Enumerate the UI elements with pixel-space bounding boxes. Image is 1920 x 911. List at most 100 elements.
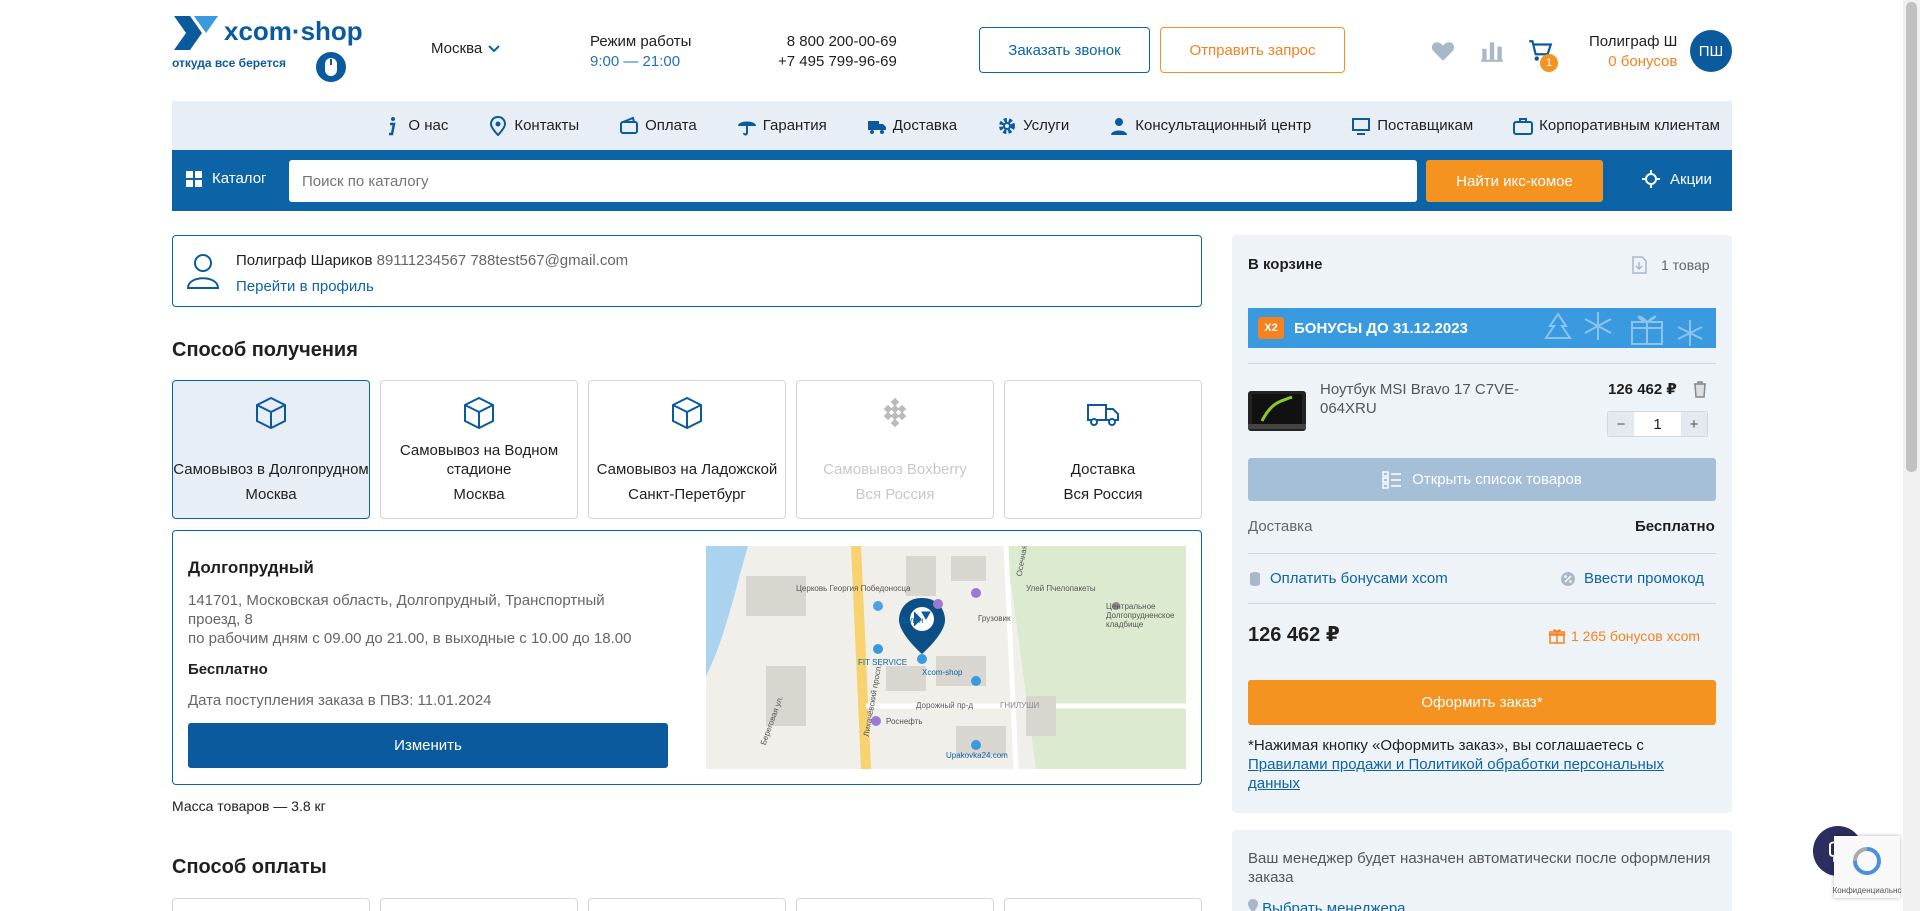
heart-icon[interactable]	[1430, 38, 1456, 64]
truck-icon	[1087, 404, 1119, 426]
cart-count-text: 1 товар	[1661, 257, 1710, 273]
payment-option[interactable]	[796, 898, 994, 911]
catalog-button[interactable]: Каталог	[186, 170, 267, 187]
scrollbar-thumb[interactable]	[1906, 2, 1917, 472]
logo-tagline: откуда все берется	[172, 56, 286, 70]
location-pin-icon	[490, 115, 507, 136]
promo-link[interactable]: Акции	[1642, 170, 1712, 188]
cart-title: В корзине	[1248, 256, 1323, 273]
user-bonus: 0 бонусов	[1608, 53, 1678, 70]
nav-label: Доставка	[892, 117, 958, 134]
catalog-label: Каталог	[212, 170, 267, 187]
user-phone: 89111234567	[376, 252, 467, 269]
change-button[interactable]: Изменить	[188, 723, 668, 768]
pickup-address-block: 141701, Московская область, Долгопрудный…	[188, 591, 658, 648]
trash-icon[interactable]	[1692, 380, 1708, 398]
option-sub: Вся Россия	[855, 486, 935, 503]
phone-2[interactable]: +7 495 799-96-69	[778, 52, 897, 72]
open-list-button[interactable]: Открыть список товаров	[1248, 458, 1716, 501]
pickup-schedule: по рабочим дням с 09.00 до 21.00, в выхо…	[188, 630, 632, 647]
briefcase-icon	[1513, 117, 1534, 135]
delivery-option-dolgoprudny[interactable]: Самовывоз в Долгопрудном Москва	[172, 380, 370, 519]
pay-bonus-label: Оплатить бонусами xcom	[1270, 570, 1448, 587]
option-title: Самовывоз в Долгопрудном	[173, 461, 369, 478]
percent-badge-icon	[1561, 571, 1575, 586]
order-call-button[interactable]: Заказать звонок	[979, 27, 1150, 73]
nav-label: О нас	[408, 117, 449, 134]
open-list-label: Открыть список товаров	[1412, 471, 1582, 488]
option-sub: Москва	[245, 486, 297, 503]
nav-item-warranty[interactable]: Гарантия	[737, 116, 827, 136]
nav-item-consulting[interactable]: Консультационный центр	[1109, 116, 1311, 136]
payment-title: Способ оплаты	[172, 856, 327, 878]
top-nav: О нас Контакты Оплата Гарантия Доставка …	[172, 101, 1732, 150]
payment-option[interactable]	[588, 898, 786, 911]
nav-item-delivery[interactable]: Доставка	[867, 116, 957, 136]
logo[interactable]: xcom·shop откуда все берется	[172, 14, 363, 84]
nav-label: Консультационный центр	[1135, 117, 1312, 134]
nav-label: Услуги	[1023, 117, 1070, 134]
qty-plus-button[interactable]: +	[1681, 412, 1707, 436]
nav-item-about[interactable]: О нас	[382, 116, 448, 136]
product-image[interactable]	[1248, 391, 1306, 431]
coins-icon	[1250, 571, 1260, 586]
laptop-image	[1248, 394, 1306, 429]
pickup-price: Бесплатно	[188, 661, 268, 678]
manager-text: Ваш менеджер будет назначен автоматическ…	[1248, 850, 1711, 886]
nav-item-services[interactable]: Услуги	[997, 116, 1069, 136]
nav-item-payment[interactable]: Оплата	[619, 116, 697, 136]
pay-with-bonus-link[interactable]: Оплатить бонусами xcom	[1248, 570, 1448, 587]
nav-label: Оплата	[645, 117, 697, 134]
consultant-icon	[1111, 117, 1128, 135]
option-title: Самовывоз на Ладожской	[596, 461, 778, 478]
phone-1[interactable]: 8 800 200-00-69	[778, 32, 897, 52]
qty-minus-button[interactable]: −	[1608, 412, 1634, 436]
map[interactable]: Церковь Георгия Победоносца Улей Пчелопа…	[706, 546, 1186, 769]
boxberry-icon	[883, 397, 907, 428]
choose-manager-link[interactable]: Выбрать менеджера	[1248, 899, 1406, 911]
box-icon	[464, 396, 494, 430]
city-selector[interactable]: Москва	[431, 40, 500, 57]
bonus-banner-text: БОНУСЫ ДО 31.12.2023	[1294, 319, 1468, 337]
nav-label: Поставщикам	[1377, 117, 1474, 134]
truck-icon	[867, 120, 886, 134]
payment-option[interactable]	[380, 898, 578, 911]
rules-link[interactable]: Правилами продажи и Политикой обработки …	[1248, 756, 1664, 792]
nav-item-contacts[interactable]: Контакты	[488, 115, 579, 136]
payment-option[interactable]	[172, 898, 370, 911]
payment-option[interactable]	[1004, 898, 1202, 911]
user-icon	[186, 254, 220, 289]
cart-total: 126 462 ₽	[1248, 624, 1340, 646]
search-input[interactable]	[289, 160, 1417, 202]
delivery-option-ladozhskaya[interactable]: Самовывоз на Ладожской Санкт-Перетбург	[588, 380, 786, 519]
qty-value[interactable]: 1	[1634, 412, 1681, 436]
user-menu[interactable]: Полиграф Ш 0 бонусов	[1589, 32, 1677, 72]
delivery-option-courier[interactable]: Доставка Вся Россия	[1004, 380, 1202, 519]
recaptcha-badge[interactable]: Конфиденциальнс	[1833, 836, 1901, 898]
send-request-button[interactable]: Отправить запрос	[1160, 27, 1345, 73]
option-title: Самовывоз на Водном стадионе	[399, 442, 559, 478]
compare-icon[interactable]	[1479, 38, 1505, 64]
divider	[1248, 603, 1716, 604]
map-label: Upakovka24.com	[946, 751, 1008, 760]
nav-item-corporate[interactable]: Корпоративным клиентам	[1513, 116, 1720, 136]
hours-value: 9:00 — 21:00	[590, 53, 681, 70]
goods-mass: Масса товаров — 3.8 кг	[172, 798, 326, 814]
cart-count-badge: 1	[1540, 54, 1558, 72]
product-name[interactable]: Ноутбук MSI Bravo 17 C7VE-064XRU	[1320, 380, 1568, 418]
list-icon	[1382, 470, 1402, 489]
divider	[1248, 553, 1716, 554]
pickup-title: Долгопрудный	[188, 558, 314, 577]
bonus-earn: 1 265 бонусов xcom	[1549, 628, 1700, 644]
user-info: Полиграф Шариков 89111234567 788test567@…	[236, 248, 628, 300]
place-order-button[interactable]: Оформить заказ*	[1248, 680, 1716, 725]
search-button[interactable]: Найти икс-комое	[1426, 160, 1603, 202]
option-title: Доставка	[1070, 461, 1136, 478]
map-label: ГНИЛУШИ	[1000, 701, 1040, 710]
avatar[interactable]: ПШ	[1690, 30, 1732, 72]
delivery-option-vodny[interactable]: Самовывоз на Водном стадионе Москва	[380, 380, 578, 519]
working-hours: Режим работы 9:00 — 21:00	[590, 32, 691, 72]
promo-code-link[interactable]: Ввести промокод	[1560, 570, 1704, 587]
profile-link[interactable]: Перейти в профиль	[236, 278, 374, 295]
nav-item-suppliers[interactable]: Поставщикам	[1351, 116, 1473, 136]
